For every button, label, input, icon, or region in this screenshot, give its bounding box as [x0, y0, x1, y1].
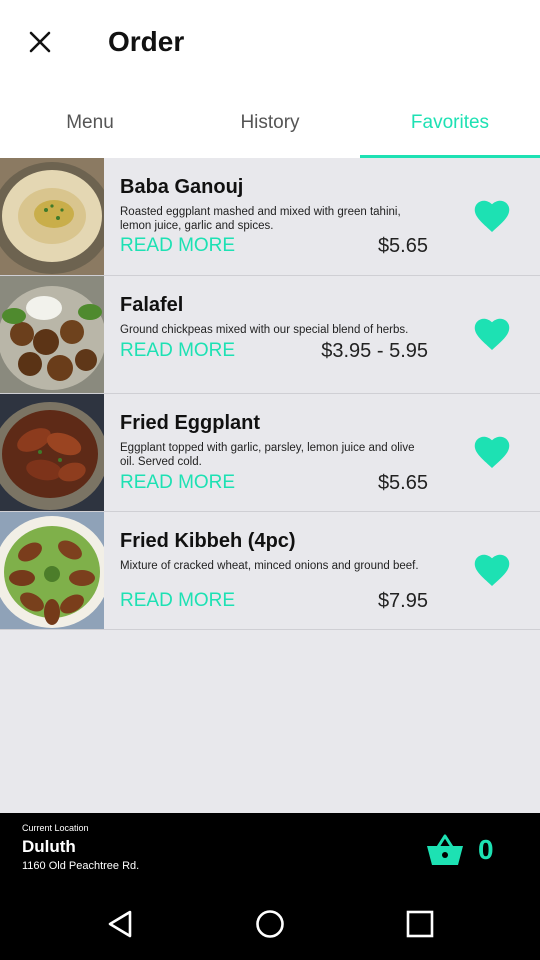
item-price: $5.65: [377, 472, 428, 494]
app-header: Order Menu History Favorites: [0, 0, 540, 158]
list-item[interactable]: Falafel Ground chickpeas mixed with our …: [0, 276, 540, 394]
favorites-list: Baba Ganouj Roasted eggplant mashed and …: [0, 158, 540, 630]
location-cart-bar: Current Location Duluth 1160 Old Peachtr…: [0, 813, 540, 887]
location-city[interactable]: Duluth: [22, 837, 76, 857]
food-image: [0, 276, 104, 393]
item-name: Fried Kibbeh (4pc): [120, 530, 296, 552]
tab-bar: Menu History Favorites: [0, 100, 540, 158]
tab-favorites[interactable]: Favorites: [360, 100, 540, 158]
list-item[interactable]: Fried Eggplant Eggplant topped with garl…: [0, 394, 540, 512]
close-button[interactable]: [22, 24, 58, 60]
current-location-label: Current Location: [22, 823, 89, 833]
heart-icon[interactable]: [474, 318, 510, 352]
item-price: $3.95 - 5.95: [321, 340, 428, 362]
read-more-link[interactable]: READ MORE: [120, 472, 235, 494]
food-image: [0, 394, 104, 511]
item-name: Fried Eggplant: [120, 412, 260, 434]
item-name: Falafel: [120, 294, 184, 316]
list-item[interactable]: Fried Kibbeh (4pc) Mixture of cracked wh…: [0, 512, 540, 630]
basket-icon[interactable]: [426, 833, 464, 867]
item-price: $7.95: [377, 590, 428, 612]
tab-menu[interactable]: Menu: [0, 100, 180, 158]
item-description: Roasted eggplant mashed and mixed with g…: [120, 206, 401, 232]
location-address: 1160 Old Peachtree Rd.: [22, 860, 140, 872]
back-icon[interactable]: [103, 907, 137, 941]
food-image: [0, 512, 104, 629]
home-icon[interactable]: [253, 907, 287, 941]
recents-icon[interactable]: [403, 907, 437, 941]
read-more-link[interactable]: READ MORE: [120, 340, 235, 362]
tab-history[interactable]: History: [180, 100, 360, 158]
read-more-link[interactable]: READ MORE: [120, 590, 235, 612]
list-item[interactable]: Baba Ganouj Roasted eggplant mashed and …: [0, 158, 540, 276]
item-description: Mixture of cracked wheat, minced onions …: [120, 560, 419, 572]
food-image: [0, 158, 104, 275]
item-name: Baba Ganouj: [120, 176, 244, 198]
heart-icon[interactable]: [474, 554, 510, 588]
page-title: Order: [108, 26, 185, 57]
heart-icon[interactable]: [474, 200, 510, 234]
heart-icon[interactable]: [474, 436, 510, 470]
item-price: $5.65: [377, 235, 428, 257]
cart-count[interactable]: 0: [478, 834, 494, 866]
close-icon: [29, 31, 51, 53]
item-description: Eggplant topped with garlic, parsley, le…: [120, 442, 415, 468]
read-more-link[interactable]: READ MORE: [120, 235, 235, 257]
system-navigation-bar: [0, 887, 540, 960]
item-description: Ground chickpeas mixed with our special …: [120, 324, 409, 336]
